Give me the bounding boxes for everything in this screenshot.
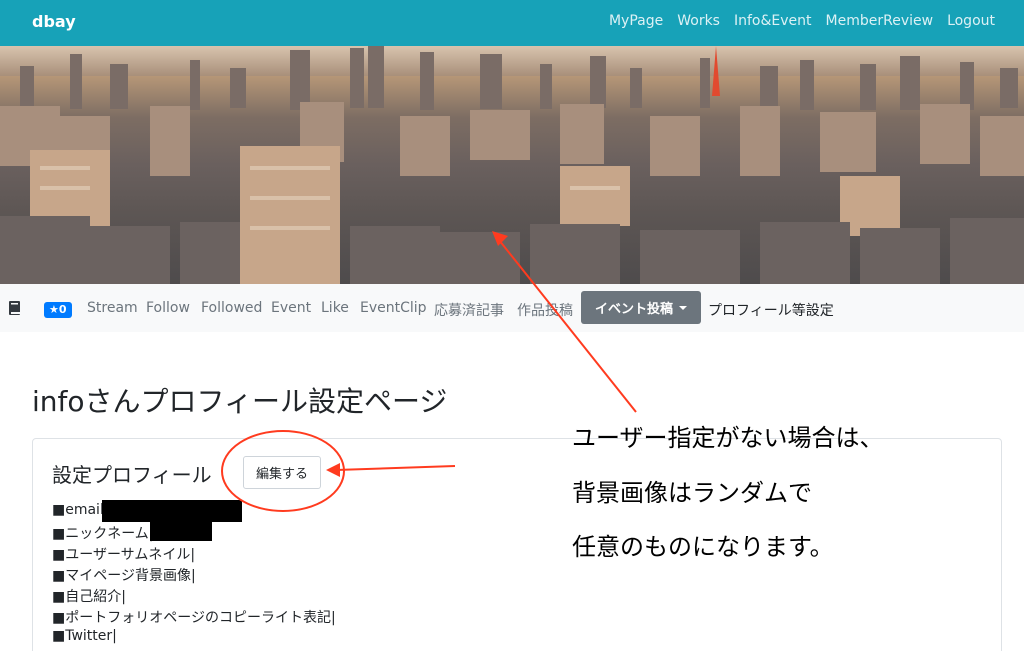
nav-link-mypage[interactable]: MyPage: [609, 13, 663, 29]
nav-link-logout[interactable]: Logout: [947, 13, 995, 29]
subnav-item-work-post[interactable]: 作品投稿: [517, 300, 573, 320]
redacted-nickname-value: [150, 521, 212, 541]
field-portfolio-copyright: ■ポートフォリオページのコピーライト表記|: [52, 610, 336, 626]
profile-card-heading: 設定プロフィール: [52, 463, 212, 487]
nav-links: MyPage Works Info&Event MemberReview Log…: [595, 13, 995, 29]
subnav-item-like[interactable]: Like: [321, 300, 349, 316]
field-user-thumbnail: ■ユーザーサムネイル|: [52, 547, 196, 563]
subnav-item-event[interactable]: Event: [271, 300, 311, 316]
subnav-item-follow[interactable]: Follow: [146, 300, 190, 316]
subnav-item-followed[interactable]: Followed: [201, 300, 262, 316]
event-post-dropdown-button[interactable]: イベント投稿: [581, 291, 701, 324]
nav-link-works[interactable]: Works: [677, 13, 720, 29]
subnav-item-eventclip[interactable]: EventClip: [360, 300, 427, 316]
annotation-note-line-2: 背景画像はランダムで: [572, 479, 812, 507]
book-icon[interactable]: [8, 300, 22, 316]
subnav-item-stream[interactable]: Stream: [87, 300, 138, 316]
field-mypage-background: ■マイページ背景画像|: [52, 568, 196, 584]
field-twitter: ■Twitter|: [52, 628, 117, 644]
nav-link-member-review[interactable]: MemberReview: [826, 13, 934, 29]
page-title: infoさんプロフィール設定ページ: [32, 385, 448, 418]
annotation-note-line-3: 任意のものになります。: [572, 533, 834, 561]
redacted-email-value: [102, 500, 242, 522]
top-navbar: dbay MyPage Works Info&Event MemberRevie…: [0, 0, 1024, 46]
nav-link-info-event[interactable]: Info&Event: [734, 13, 812, 29]
dropdown-label: イベント投稿: [594, 302, 673, 317]
edit-profile-button[interactable]: 編集する: [243, 456, 321, 489]
field-nickname: ■ニックネーム|: [52, 526, 154, 542]
subnav-item-profile-settings[interactable]: プロフィール等設定: [708, 300, 834, 320]
caret-down-icon: [679, 305, 687, 310]
annotation-note-line-1: ユーザー指定がない場合は、: [572, 424, 884, 452]
cityscape-illustration: [0, 46, 1024, 284]
field-email: ■email|: [52, 502, 109, 518]
field-self-introduction: ■自己紹介|: [52, 589, 126, 605]
background-hero-image: [0, 46, 1024, 284]
star-count-badge[interactable]: ★0: [44, 302, 72, 318]
subnav-item-applied-articles[interactable]: 応募済記事: [434, 300, 504, 320]
brand-logo[interactable]: dbay: [32, 12, 76, 31]
